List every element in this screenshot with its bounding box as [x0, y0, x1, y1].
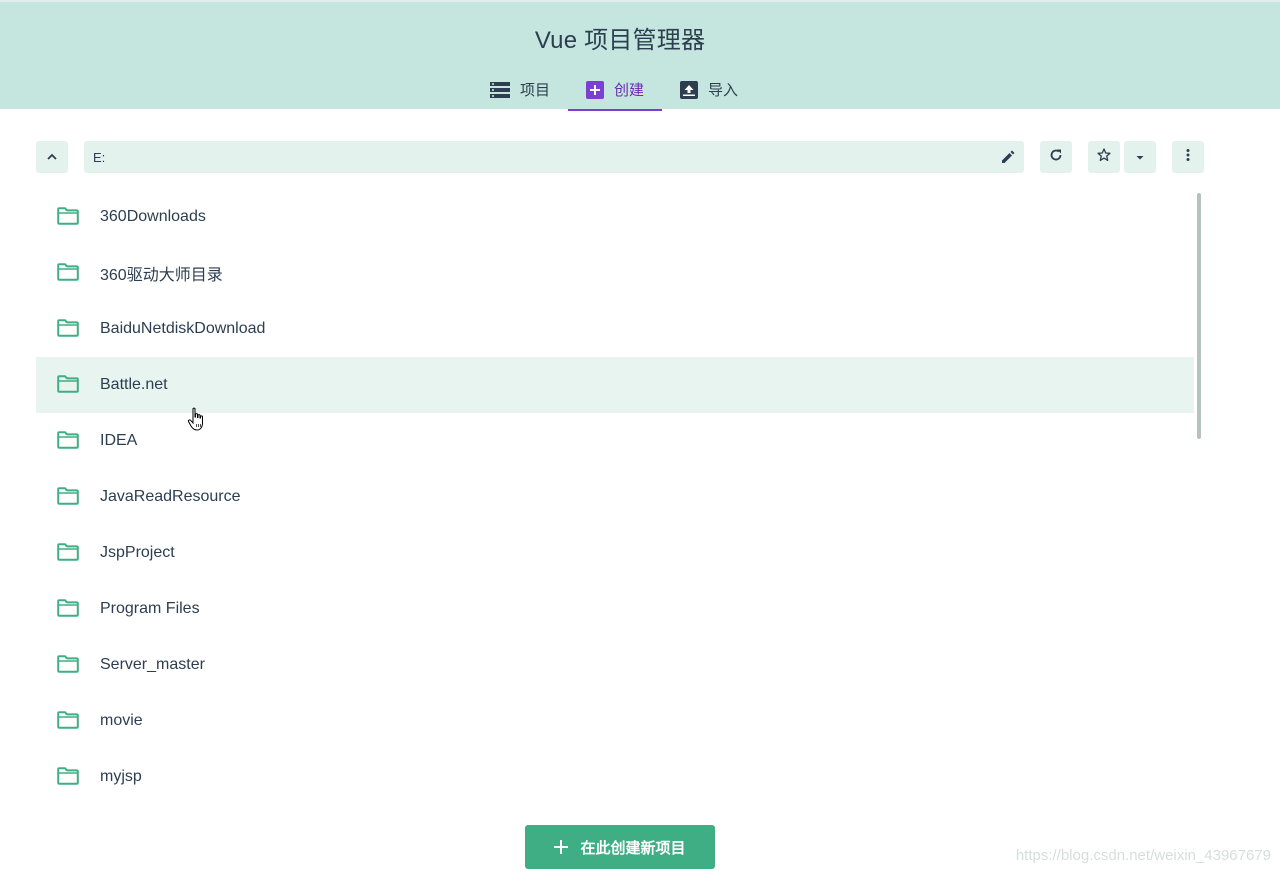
folder-row[interactable]: movie: [36, 693, 1194, 749]
folder-row[interactable]: 360驱动大师目录: [36, 245, 1194, 301]
folder-name: myjsp: [100, 768, 142, 785]
folder-icon: [57, 375, 79, 395]
hand-cursor-icon: [187, 407, 207, 433]
path-input[interactable]: E:: [84, 141, 1024, 173]
folder-list-scrollbar[interactable]: [1197, 193, 1201, 439]
tab-label: 创建: [614, 82, 645, 99]
folder-row[interactable]: JspProject: [36, 525, 1194, 581]
tab-label: 项目: [520, 82, 551, 99]
tab-import[interactable]: 导入: [662, 68, 756, 111]
folder-name: 360驱动大师目录: [100, 267, 223, 284]
folder-icon: [57, 599, 79, 619]
path-value: E:: [93, 149, 106, 165]
app-title: Vue 项目管理器: [534, 27, 706, 54]
chevron-up-icon: [46, 148, 58, 166]
folder-row[interactable]: Program Files: [36, 581, 1194, 637]
folder-icon: [57, 543, 79, 563]
folder-icon: [57, 263, 79, 283]
folder-row[interactable]: JavaReadResource: [36, 469, 1194, 525]
folder-row[interactable]: Server_master: [36, 637, 1194, 693]
pencil-icon[interactable]: [1000, 149, 1016, 165]
folder-toolbar: E:: [0, 141, 1280, 173]
create-project-label: 在此创建新项目: [580, 839, 686, 857]
tab-create[interactable]: 创建: [568, 68, 663, 111]
folder-icon: [57, 487, 79, 507]
import-icon: [680, 80, 699, 99]
refresh-button[interactable]: [1040, 141, 1072, 173]
add-box-icon: [586, 80, 605, 99]
more-vertical-icon: [1186, 148, 1190, 167]
favorites-dropdown-button[interactable]: [1124, 141, 1156, 173]
folder-name: BaiduNetdiskDownload: [100, 320, 266, 337]
folder-row[interactable]: IDEA: [36, 413, 1194, 469]
folder-name: movie: [100, 712, 143, 729]
folder-icon: [57, 319, 79, 339]
folder-name: JspProject: [100, 544, 175, 561]
app-header: Vue 项目管理器 项目 创建 导入: [0, 0, 1280, 111]
folder-name: JavaReadResource: [100, 488, 241, 505]
caret-down-icon: [1135, 148, 1145, 166]
parent-folder-button[interactable]: [36, 141, 68, 173]
more-options-button[interactable]: [1172, 141, 1204, 173]
folder-icon: [57, 207, 79, 227]
folder-row[interactable]: BaiduNetdiskDownload: [36, 301, 1194, 357]
folder-icon: [57, 655, 79, 675]
folder-name: Server_master: [100, 656, 205, 673]
tab-projects[interactable]: 项目: [472, 68, 568, 111]
folder-icon: [57, 431, 79, 451]
folder-list: 360Downloads 360驱动大师目录 BaiduNetdiskDownloa…: [36, 189, 1194, 804]
folder-row[interactable]: myjsp: [36, 749, 1194, 804]
folder-row[interactable]: Battle.net: [36, 357, 1194, 413]
folder-name: 360Downloads: [100, 208, 206, 225]
folder-icon: [57, 767, 79, 787]
folder-icon: [57, 711, 79, 731]
tab-label: 导入: [708, 82, 739, 99]
main-tabs: 项目 创建 导入: [472, 68, 756, 111]
star-outline-icon: [1097, 147, 1111, 167]
folder-row[interactable]: 360Downloads: [36, 189, 1194, 245]
watermark: https://blog.csdn.net/weixin_43967679: [1015, 847, 1271, 864]
favorite-button[interactable]: [1088, 141, 1120, 173]
create-project-button[interactable]: 在此创建新项目: [525, 825, 715, 869]
refresh-icon: [1049, 148, 1063, 167]
folder-name: Battle.net: [100, 376, 168, 393]
list-icon: [490, 81, 510, 98]
folder-name: Program Files: [100, 600, 200, 617]
plus-icon: [554, 840, 569, 854]
folder-name: IDEA: [100, 432, 138, 449]
